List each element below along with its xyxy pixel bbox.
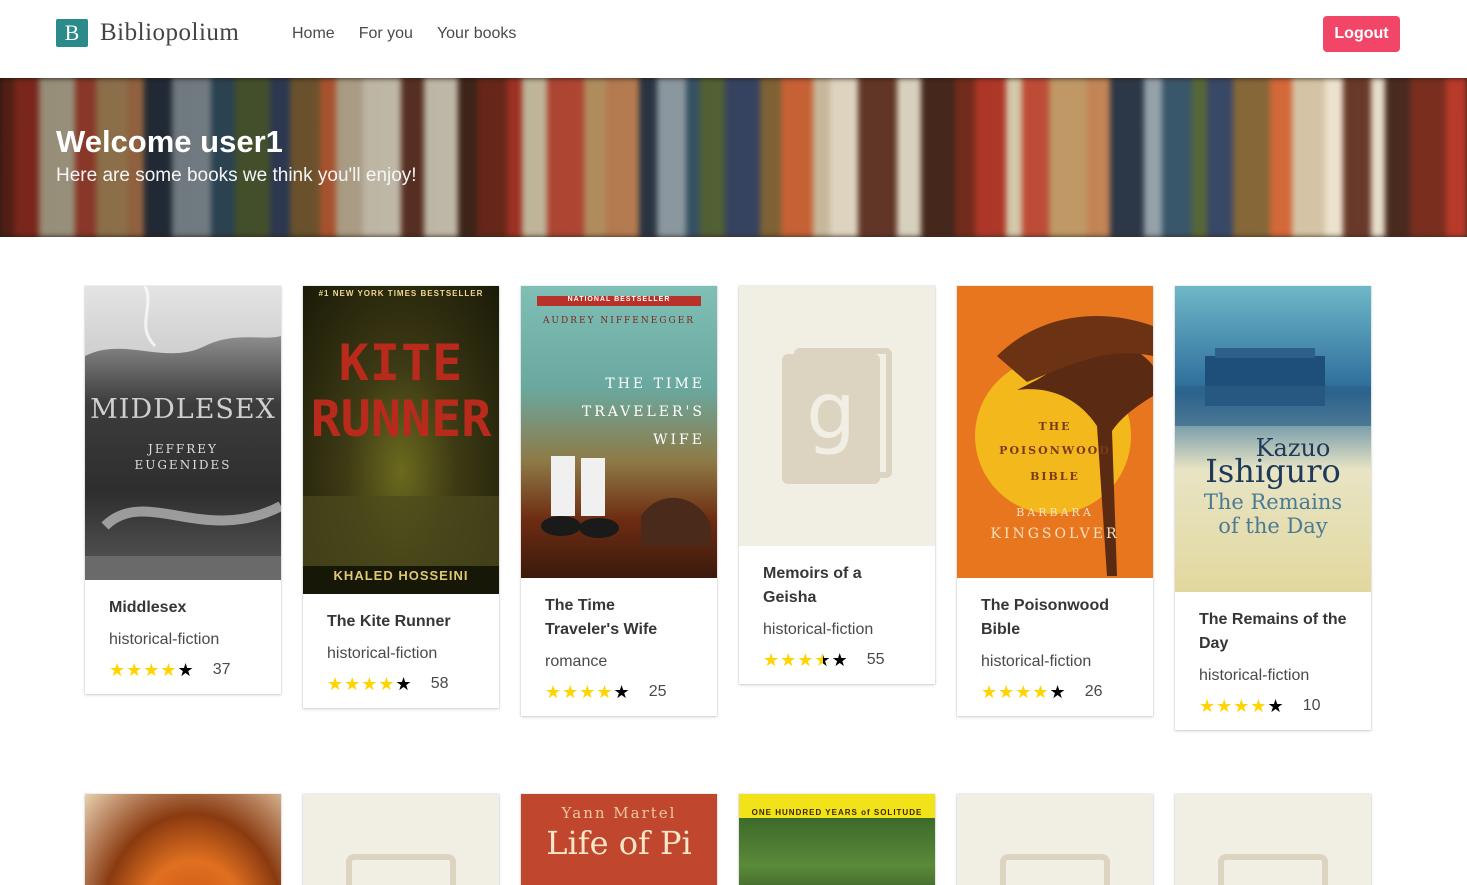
book-cover-placeholder[interactable]: g (739, 286, 935, 546)
goodreads-placeholder-icon (346, 854, 456, 885)
book-cover[interactable] (85, 794, 281, 885)
book-title[interactable]: The Kite Runner (327, 610, 475, 634)
hero-banner: Welcome user1 Here are some books we thi… (0, 78, 1467, 237)
book-card[interactable] (1175, 794, 1371, 885)
book-title[interactable]: Middlesex (109, 596, 257, 620)
book-card[interactable] (303, 794, 499, 885)
book-title[interactable]: The Time Traveler's Wife (545, 594, 693, 642)
rating: ★★★★★ 26 (981, 682, 1129, 702)
navbar: B Bibliopolium Home For you Your books L… (0, 0, 1467, 78)
book-card-poisonwood-bible[interactable]: THE POISONWOOD BIBLE BARBARA KINGSOLVER … (957, 286, 1153, 716)
nav-links: Home For you Your books (292, 24, 540, 44)
goodreads-placeholder-icon: g (782, 348, 892, 484)
book-genre: historical-fiction (1199, 667, 1310, 684)
book-genre: historical-fiction (763, 621, 874, 638)
star-rating-icon: ★★★★★ (981, 682, 1067, 702)
rating: ★★★★★ 58 (327, 674, 475, 694)
book-cover[interactable]: THE POISONWOOD BIBLE BARBARA KINGSOLVER (957, 286, 1153, 578)
book-cover[interactable]: MIDDLESEX JEFFREY EUGENIDES (85, 286, 281, 580)
book-cover[interactable]: ONE HUNDRED YEARS of SOLITUDE (739, 794, 935, 885)
star-rating-icon: ★★★★★ (545, 682, 631, 702)
book-cover[interactable]: Yann Martel Life of Pi (521, 794, 717, 885)
book-cover[interactable]: Kazuo Ishiguro The Remains of the Day (1175, 286, 1371, 592)
rating-count: 26 (1084, 683, 1103, 700)
book-cover-placeholder[interactable] (957, 794, 1153, 885)
book-card[interactable]: Yann Martel Life of Pi (521, 794, 717, 885)
rating-count: 55 (866, 651, 885, 668)
book-title[interactable]: Memoirs of a Geisha (763, 562, 911, 610)
book-card[interactable] (85, 794, 281, 885)
book-card[interactable] (957, 794, 1153, 885)
welcome-subtitle: Here are some books we think you'll enjo… (56, 165, 417, 186)
logout-button[interactable]: Logout (1323, 16, 1400, 52)
book-card-memoirs-of-a-geisha[interactable]: g Memoirs of a Geisha historical-fiction… (739, 286, 935, 684)
star-rating-icon: ★★★★★ (763, 650, 849, 670)
brand[interactable]: B Bibliopolium (56, 19, 239, 47)
book-card-kite-runner[interactable]: #1 NEW YORK TIMES BESTSELLER KITE RUNNER… (303, 286, 499, 708)
brand-name: Bibliopolium (100, 19, 240, 46)
book-cover[interactable]: NATIONAL BESTSELLER AUDREY NIFFENEGGER T… (521, 286, 717, 578)
brand-logo-icon: B (56, 19, 88, 47)
book-card-remains-of-the-day[interactable]: Kazuo Ishiguro The Remains of the Day Th… (1175, 286, 1371, 730)
nav-link-home[interactable]: Home (292, 24, 335, 44)
goodreads-placeholder-icon (1000, 854, 1110, 885)
star-rating-icon: ★★★★★ (327, 674, 413, 694)
rating: ★★★★★ 10 (1199, 696, 1347, 716)
rating-count: 37 (212, 661, 231, 678)
book-genre: historical-fiction (327, 645, 438, 662)
welcome-title: Welcome user1 (56, 124, 283, 159)
book-card-middlesex[interactable]: MIDDLESEX JEFFREY EUGENIDES Middlesex hi… (85, 286, 281, 694)
book-card[interactable]: ONE HUNDRED YEARS of SOLITUDE (739, 794, 935, 885)
rating-count: 10 (1302, 697, 1321, 714)
book-title[interactable]: The Poisonwood Bible (981, 594, 1129, 642)
book-genre: historical-fiction (981, 653, 1092, 670)
rating-count: 58 (430, 675, 449, 692)
rating: ★★★★★ 55 (763, 650, 911, 670)
book-genre: historical-fiction (109, 631, 220, 648)
rating: ★★★★★ 37 (109, 660, 257, 680)
book-cover-placeholder[interactable] (303, 794, 499, 885)
nav-link-for-you[interactable]: For you (359, 24, 413, 44)
rating: ★★★★★ 25 (545, 682, 693, 702)
rating-count: 25 (648, 683, 667, 700)
nav-link-your-books[interactable]: Your books (437, 24, 516, 44)
book-cover[interactable]: #1 NEW YORK TIMES BESTSELLER KITE RUNNER… (303, 286, 499, 594)
star-rating-icon: ★★★★★ (109, 660, 195, 680)
book-cover-placeholder[interactable] (1175, 794, 1371, 885)
goodreads-placeholder-icon (1218, 854, 1328, 885)
star-rating-icon: ★★★★★ (1199, 696, 1285, 716)
book-card-time-travelers-wife[interactable]: NATIONAL BESTSELLER AUDREY NIFFENEGGER T… (521, 286, 717, 716)
book-title[interactable]: The Remains of the Day (1199, 608, 1347, 656)
book-genre: romance (545, 653, 608, 670)
